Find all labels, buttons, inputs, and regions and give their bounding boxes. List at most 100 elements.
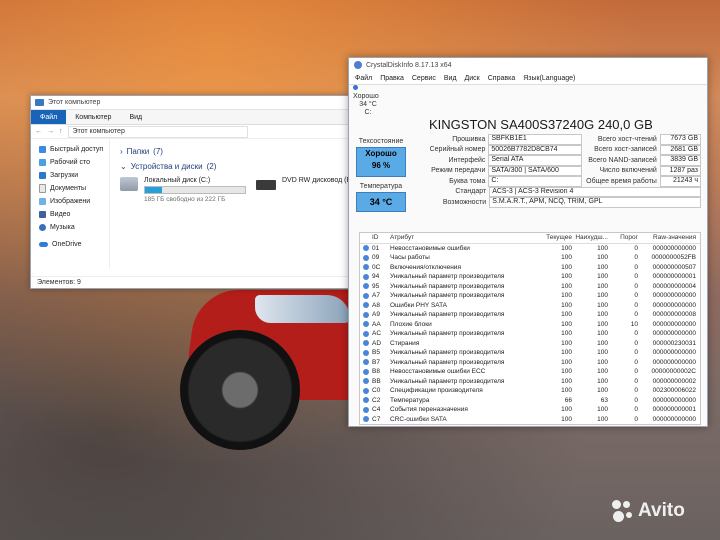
smart-cell-worst: 100 — [597, 339, 608, 347]
menu-service[interactable]: Сервис — [412, 75, 436, 82]
smart-cell-raw: 000000000000 — [652, 330, 696, 338]
smart-cell-attr: Температура — [390, 396, 430, 404]
smart-cell-attr: Спецификации производителя — [390, 387, 483, 395]
sidebar-item-onedrive[interactable]: OneDrive — [31, 238, 109, 251]
smart-row[interactable]: C2 Температура 66 63 0 000000000000 — [360, 396, 700, 406]
smart-cell-attr: Невосстановимые ошибки ECC — [390, 368, 486, 376]
sidebar-item-images[interactable]: Изображени — [31, 195, 109, 208]
col-id[interactable]: ID — [372, 234, 390, 241]
status-dot-icon — [363, 273, 369, 280]
smart-cell-thr: 0 — [634, 339, 638, 347]
smart-cell-id: B7 — [372, 358, 380, 366]
smart-cell-cur: 100 — [561, 415, 572, 423]
smart-cell-attr: CRC-ошибки SATA — [390, 415, 447, 423]
smart-row[interactable]: 01 Невосстановимые ошибки 100 100 0 000000000… — [360, 244, 700, 254]
sidebar-item-downloads[interactable]: Загрузки — [31, 169, 109, 182]
smart-row[interactable]: B5 Уникальный параметр производителя 100 10… — [360, 348, 700, 358]
drive-dvd[interactable]: DVD RW дисковод (E — [256, 177, 351, 190]
drive-c[interactable]: Локальный диск (C:) 185 ГБ свободно из 2… — [120, 177, 246, 203]
smart-cell-raw: 000000000001 — [652, 406, 696, 414]
smart-row[interactable]: AC Уникальный параметр производителя 100 10… — [360, 329, 700, 339]
address-input[interactable]: Этот компьютер — [67, 125, 248, 138]
smart-cell-id: AA — [372, 320, 381, 328]
smart-cell-attr: События переназначения — [390, 406, 468, 414]
disk-selector[interactable]: Хорошо 34 °C C: — [353, 85, 383, 117]
ribbon-tab-view[interactable]: Вид — [120, 110, 151, 124]
smart-cell-id: C0 — [372, 387, 381, 395]
smart-cell-cur: 100 — [561, 254, 572, 262]
download-icon — [39, 172, 46, 179]
menu-file[interactable]: Файл — [355, 75, 372, 82]
menu-help[interactable]: Справка — [488, 75, 515, 82]
smart-cell-attr: Уникальный параметр производителя — [390, 349, 505, 357]
smart-row[interactable]: 0C Включения/отключения 100 100 0 00000000050… — [360, 263, 700, 273]
col-threshold[interactable]: Порог — [608, 234, 638, 241]
smart-cell-thr: 0 — [634, 263, 638, 271]
smart-cell-cur: 100 — [561, 377, 572, 385]
menu-view[interactable]: Вид — [444, 75, 457, 82]
menu-disk[interactable]: Диск — [465, 75, 480, 82]
smart-row[interactable]: AD Стирания 100 100 0 000000230031 — [360, 339, 700, 349]
smart-cell-thr: 0 — [634, 358, 638, 366]
sidebar-item-video[interactable]: Видео — [31, 208, 109, 221]
hard-drive-icon — [120, 177, 138, 191]
smart-cell-raw: 000000000002 — [652, 377, 696, 385]
info-row: Серийный номер 50026B7782D8CB74 Всего хос… — [411, 144, 702, 155]
health-panel: Техсостояние Хорошо 96 % Температура 34 … — [355, 138, 407, 214]
col-raw[interactable]: Raw-значения — [638, 234, 698, 241]
smart-cell-worst: 100 — [597, 311, 608, 319]
smart-cell-id: 01 — [372, 244, 380, 252]
smart-row[interactable]: AA Плохие блоки 100 100 10 000000000000 — [360, 320, 700, 330]
smart-cell-thr: 0 — [634, 254, 638, 262]
forward-arrow-icon[interactable]: → — [47, 128, 54, 135]
smart-cell-cur: 100 — [561, 282, 572, 290]
smart-row[interactable]: B7 Уникальный параметр производителя 100 10… — [360, 358, 700, 368]
status-dot-icon — [363, 359, 369, 366]
sidebar-item-desktop[interactable]: Рабочий сто — [31, 156, 109, 169]
smart-cell-raw: 000000000000 — [652, 415, 696, 423]
status-dot-icon — [363, 397, 369, 404]
up-arrow-icon[interactable]: ↑ — [59, 128, 63, 135]
smart-row[interactable]: C4 События переназначения 100 100 0 000000000… — [360, 405, 700, 415]
smart-row[interactable]: A8 Ошибки PHY SATA 100 100 0 000000000000 — [360, 301, 700, 311]
smart-row[interactable]: C0 Спецификации производителя 100 100 0 00230… — [360, 386, 700, 396]
menu-language[interactable]: Язык(Language) — [523, 75, 575, 82]
sidebar-item-music[interactable]: Музыка — [31, 221, 109, 234]
back-arrow-icon[interactable]: ← — [35, 128, 42, 135]
smart-cell-id: BB — [372, 377, 381, 385]
smart-row[interactable]: 94 Уникальный параметр производителя 100 10… — [360, 272, 700, 282]
dvd-drive-icon — [256, 180, 276, 190]
ribbon-tab-computer[interactable]: Компьютер — [66, 110, 120, 124]
avito-logo-icon — [612, 500, 634, 522]
status-dot-icon — [363, 406, 369, 413]
explorer-titlebar[interactable]: Этот компьютер — [31, 96, 356, 110]
temperature-label: Температура — [359, 183, 403, 190]
sidebar-item-quick-access[interactable]: Быстрый доступ — [31, 143, 109, 156]
smart-row[interactable]: BB Уникальный параметр производителя 100 10… — [360, 377, 700, 387]
smart-row[interactable]: A9 Уникальный параметр производителя 100 10… — [360, 310, 700, 320]
info-row: Режим передачи SATA/300 | SATA/600 Число … — [411, 165, 702, 176]
smart-cell-thr: 0 — [634, 377, 638, 385]
smart-row[interactable]: 95 Уникальный параметр производителя 100 10… — [360, 282, 700, 292]
smart-row[interactable]: A7 Уникальный параметр производителя 100 10… — [360, 291, 700, 301]
ribbon-tab-file[interactable]: Файл — [31, 110, 67, 124]
smart-row[interactable]: B8 Невосстановимые ошибки ECC 100 100 0 00000… — [360, 367, 700, 377]
group-folders[interactable]: › Папки (7) — [120, 145, 356, 158]
drive-c-usage-bar — [144, 186, 246, 194]
smart-row[interactable]: C7 CRC-ошибки SATA 100 100 0 000000000000 — [360, 415, 700, 425]
group-devices[interactable]: ⌄ Устройства и диски (2) — [120, 160, 356, 173]
col-current[interactable]: Текущее — [532, 234, 572, 241]
smart-row[interactable]: 09 Часы работы 100 100 0 0000000052FB — [360, 253, 700, 263]
cdi-titlebar[interactable]: CrystalDiskInfo 8.17.13 x64 — [349, 58, 707, 72]
smart-cell-id: B5 — [372, 349, 380, 357]
col-attribute[interactable]: Атрибут — [390, 234, 532, 241]
smart-cell-attr: Плохие блоки — [390, 320, 432, 328]
smart-cell-cur: 100 — [561, 330, 572, 338]
sidebar-item-documents[interactable]: Документы — [31, 182, 109, 195]
col-worst[interactable]: Наихудш... — [572, 234, 608, 241]
status-dot-icon — [363, 330, 369, 337]
smart-cell-cur: 100 — [561, 358, 572, 366]
menu-edit[interactable]: Правка — [380, 75, 404, 82]
crystaldiskinfo-icon — [354, 61, 362, 69]
smart-cell-worst: 100 — [597, 263, 608, 271]
